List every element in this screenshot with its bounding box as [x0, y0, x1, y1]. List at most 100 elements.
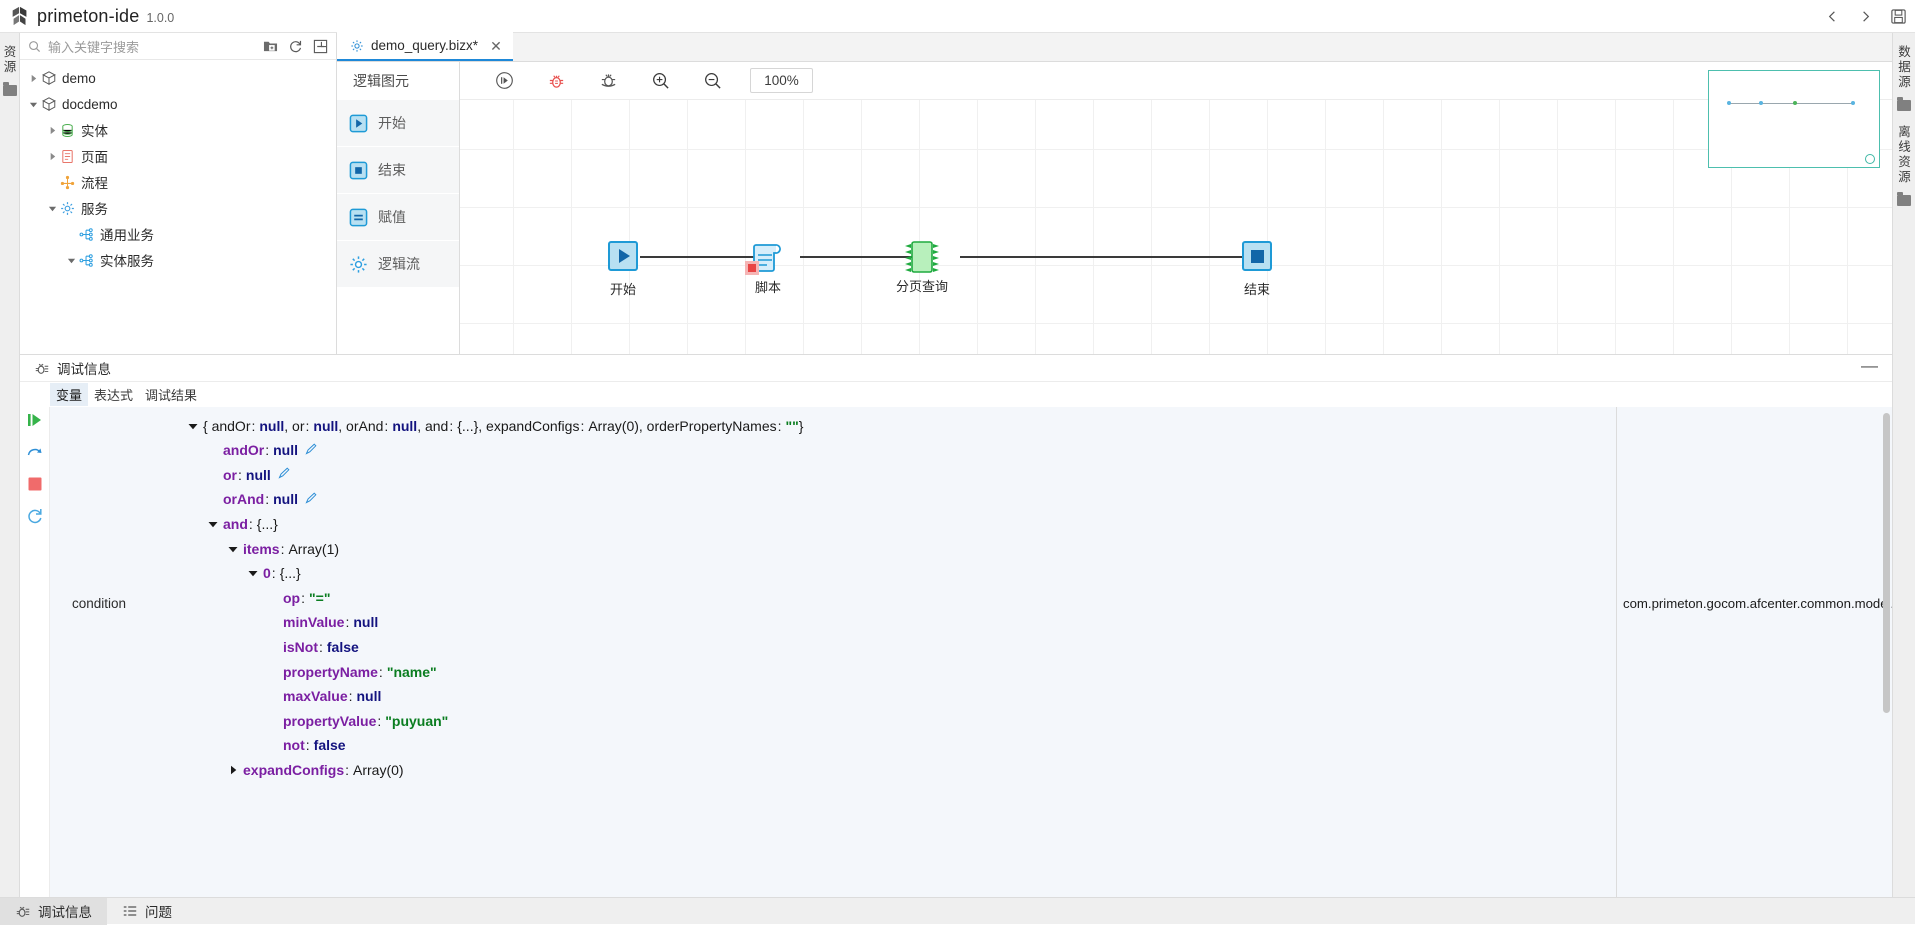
canvas-toolbar: 100% — [460, 62, 1892, 100]
palette-item-2[interactable]: 赋值 — [337, 194, 459, 240]
chevron-left-icon[interactable] — [1824, 8, 1841, 25]
editor-tab-demo-query[interactable]: demo_query.bizx* ✕ — [337, 32, 513, 61]
debug-icon[interactable] — [530, 62, 582, 100]
flow-canvas[interactable]: 开始 脚本 — [460, 100, 1892, 354]
stop-icon[interactable] — [26, 475, 44, 493]
key-value-separator: : — [345, 762, 349, 778]
chevron-down-icon[interactable] — [45, 201, 59, 215]
key-value-separator: : — [281, 541, 285, 557]
new-folder-icon[interactable] — [263, 39, 278, 54]
debug-tab-0[interactable]: 变量 — [50, 383, 88, 406]
debug-tab-1[interactable]: 表达式 — [88, 383, 139, 406]
minimap-connector — [1729, 103, 1853, 104]
flow-node-label: 开始 — [610, 279, 636, 298]
run-icon[interactable] — [478, 62, 530, 100]
variable-key: items — [243, 541, 280, 557]
variables-type-column: com.primeton.gocom.afcenter.common.model… — [1617, 407, 1892, 897]
app-title: primeton-ide — [37, 6, 139, 27]
variable-value: {...} — [280, 565, 301, 581]
chevron-right-icon[interactable] — [45, 149, 59, 163]
edit-pencil-icon[interactable] — [305, 492, 317, 507]
palette-item-0[interactable]: 开始 — [337, 100, 459, 146]
tree-item-2[interactable]: 实体 — [20, 117, 336, 143]
chevron-right-icon[interactable] — [226, 763, 239, 776]
variable-row[interactable]: op:"=" — [266, 585, 330, 610]
step-over-icon[interactable] — [26, 443, 44, 461]
variable-row[interactable]: expandConfigs:Array(0) — [226, 757, 404, 782]
tree-item-6[interactable]: 通用业务 — [20, 221, 336, 247]
palette-item-label: 开始 — [378, 113, 406, 133]
variable-row[interactable]: propertyValue:"puyuan" — [266, 708, 448, 733]
refresh-icon[interactable] — [288, 39, 303, 54]
chevron-down-icon[interactable] — [206, 517, 219, 530]
variables-name-column: condition — [50, 407, 174, 897]
entity-icon — [59, 122, 76, 139]
variable-row[interactable]: orAnd:null — [206, 487, 317, 512]
vertical-scrollbar[interactable] — [1883, 413, 1890, 713]
debug-tab-2[interactable]: 调试结果 — [139, 383, 203, 406]
tree-item-0[interactable]: demo — [20, 65, 336, 91]
collapse-all-icon[interactable] — [313, 39, 328, 54]
edit-pencil-icon[interactable] — [305, 443, 317, 458]
variable-row[interactable]: not:false — [266, 733, 346, 758]
left-rail-label[interactable]: 资源 — [0, 33, 20, 75]
search-input[interactable]: 输入关键字搜索 — [48, 37, 139, 56]
variable-row[interactable]: isNot:false — [266, 634, 359, 659]
folder-icon[interactable] — [1897, 195, 1911, 206]
save-icon[interactable] — [1890, 8, 1907, 25]
chevron-down-icon[interactable] — [64, 253, 78, 267]
folder-icon[interactable] — [3, 85, 17, 96]
tree-item-1[interactable]: docdemo — [20, 91, 336, 117]
variable-key: andOr — [223, 442, 264, 458]
chevron-down-icon[interactable] — [246, 567, 259, 580]
minimap-resize-handle[interactable] — [1865, 154, 1875, 164]
tree-item-3[interactable]: 页面 — [20, 143, 336, 169]
flow-node-paging-query[interactable]: 分页查询 — [901, 238, 943, 279]
chevron-down-icon[interactable] — [226, 542, 239, 555]
flow-node-start[interactable]: 开始 — [608, 241, 638, 271]
bottom-tab-debug-info[interactable]: 调试信息 — [0, 898, 107, 925]
variable-row[interactable]: items:Array(1) — [226, 536, 339, 561]
close-icon[interactable]: ✕ — [490, 39, 502, 53]
chevron-right-icon[interactable] — [26, 71, 40, 85]
resume-icon[interactable] — [26, 411, 44, 429]
variable-row[interactable]: propertyName:"name" — [266, 659, 437, 684]
variable-row[interactable]: minValue:null — [266, 610, 378, 635]
flow-node-script[interactable]: 脚本 — [748, 237, 788, 280]
bottom-tab-problems[interactable]: 问题 — [107, 898, 187, 925]
canvas-minimap[interactable] — [1708, 70, 1880, 168]
zoom-in-icon[interactable] — [634, 62, 686, 100]
folder-icon[interactable] — [1897, 100, 1911, 111]
chevron-down-icon[interactable] — [26, 97, 40, 111]
restart-icon[interactable] — [26, 507, 44, 525]
right-rail-label-offline-resource[interactable]: 离线资源 — [1893, 111, 1915, 185]
stop-debug-icon[interactable] — [582, 62, 634, 100]
edit-pencil-icon[interactable] — [278, 467, 290, 482]
palette-item-3[interactable]: 逻辑流 — [337, 241, 459, 287]
tree-item-label: demo — [62, 71, 96, 86]
variable-value: null — [273, 442, 298, 458]
chevron-right-icon[interactable] — [1857, 8, 1874, 25]
tree-item-5[interactable]: 服务 — [20, 195, 336, 221]
chevron-right-icon[interactable] — [45, 123, 59, 137]
variable-row[interactable]: 0:{...} — [246, 561, 301, 586]
variable-row[interactable]: { andOr:null, or:null, orAnd:null, and:{… — [186, 413, 803, 438]
variable-row[interactable]: or:null — [206, 462, 290, 487]
variable-row[interactable]: and:{...} — [206, 511, 278, 536]
explorer-toolbar: 输入关键字搜索 — [20, 33, 336, 60]
search-icon — [28, 40, 41, 53]
chevron-down-icon[interactable] — [186, 419, 199, 432]
tree-item-7[interactable]: 实体服务 — [20, 247, 336, 273]
variable-row[interactable]: andOr:null — [206, 438, 317, 463]
variable-key: 0 — [263, 565, 271, 581]
minimap-node — [1727, 101, 1731, 105]
right-rail-label-data-source[interactable]: 数据源 — [1893, 33, 1915, 90]
flow-node-end[interactable]: 结束 — [1242, 241, 1272, 271]
zoom-level[interactable]: 100% — [750, 68, 813, 93]
zoom-out-icon[interactable] — [686, 62, 738, 100]
tree-item-4[interactable]: 流程 — [20, 169, 336, 195]
variable-row[interactable]: maxValue:null — [266, 684, 381, 709]
variables-view[interactable]: condition { andOr:null, or:null, orAnd:n… — [50, 407, 1892, 897]
palette-item-1[interactable]: 结束 — [337, 147, 459, 193]
minimize-button[interactable]: — — [1861, 359, 1878, 373]
